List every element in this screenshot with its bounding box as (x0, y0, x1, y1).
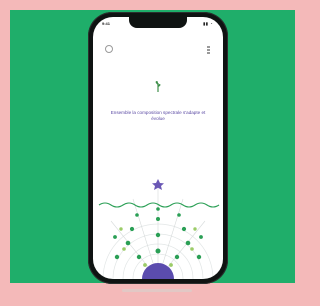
spectrum-dial (98, 179, 220, 279)
status-time: 9:41 (102, 21, 111, 26)
menu-icon[interactable] (207, 45, 211, 55)
phone-notch (129, 17, 187, 28)
home-indicator (122, 289, 192, 292)
phone-screen: 9:41 ▮▮ ◔ Ensemble la composition spectr… (93, 17, 223, 279)
plant-icon (155, 81, 161, 92)
phone-frame: 9:41 ▮▮ ◔ Ensemble la composition spectr… (88, 12, 228, 284)
settings-icon[interactable] (105, 45, 113, 53)
phone-caption: Ensemble la composition spectrale s'adap… (110, 110, 206, 121)
status-icons: ▮▮ ◔ (203, 21, 213, 26)
outer-wave (98, 202, 220, 208)
